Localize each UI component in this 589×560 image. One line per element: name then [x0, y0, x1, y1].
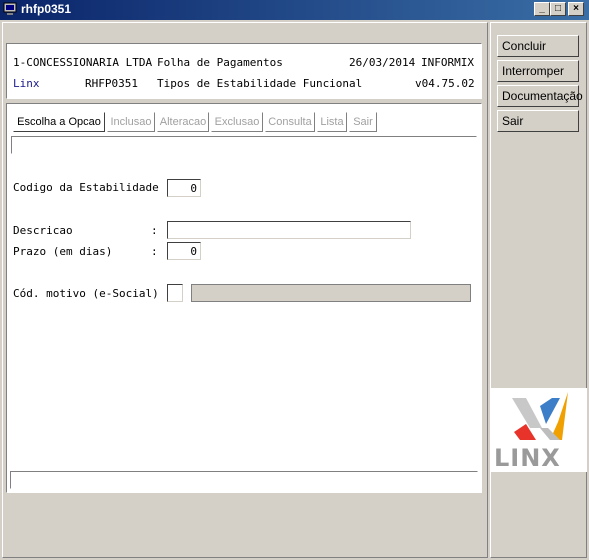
menu-inclusao[interactable]: Inclusao: [107, 112, 155, 132]
linx-logo: LINX: [490, 388, 587, 472]
interromper-button[interactable]: Interromper: [497, 60, 579, 82]
module-name: Folha de Pagamentos: [157, 56, 283, 69]
prazo-sep: :: [151, 245, 158, 258]
sair-button[interactable]: Sair: [497, 110, 579, 132]
concluir-button[interactable]: Concluir: [497, 35, 579, 57]
maximize-icon: □: [554, 3, 562, 14]
vendor-name: Linx: [13, 77, 40, 90]
minimize-button[interactable]: _: [534, 2, 550, 16]
close-icon: ×: [573, 3, 579, 14]
status-line: [10, 471, 478, 489]
motivo-code-input[interactable]: [167, 284, 183, 302]
form-panel: Escolha a Opcao Inclusao Alteracao Exclu…: [6, 103, 482, 493]
menu-bar: Escolha a Opcao Inclusao Alteracao Exclu…: [13, 112, 383, 132]
title-bar[interactable]: rhfp0351 _ □ ×: [0, 0, 589, 20]
logo-text: LINX: [494, 444, 561, 472]
maximize-button[interactable]: □: [550, 2, 566, 16]
codigo-value: 0: [190, 182, 197, 195]
close-button[interactable]: ×: [568, 2, 584, 16]
version: v04.75.02: [415, 77, 475, 90]
header-panel: 1-CONCESSIONARIA LTDA Folha de Pagamento…: [6, 43, 482, 99]
header-db: INFORMIX: [421, 56, 474, 69]
menu-consulta[interactable]: Consulta: [265, 112, 315, 132]
program-code: RHFP0351: [85, 77, 138, 90]
menu-escolha-opcao[interactable]: Escolha a Opcao: [13, 112, 105, 132]
codigo-input[interactable]: 0: [167, 179, 201, 197]
documentacao-button[interactable]: Documentação: [497, 85, 583, 107]
prazo-input[interactable]: 0: [167, 242, 201, 260]
screen-title: Tipos de Estabilidade Funcional: [157, 77, 363, 90]
minimize-icon: _: [539, 3, 545, 14]
menu-exclusao[interactable]: Exclusao: [211, 112, 263, 132]
company-name: 1-CONCESSIONARIA LTDA: [13, 56, 153, 69]
prazo-label: Prazo (em dias): [13, 245, 113, 258]
menu-lista[interactable]: Lista: [317, 112, 347, 132]
menu-alteracao[interactable]: Alteracao: [157, 112, 209, 132]
window-title: rhfp0351: [21, 2, 72, 16]
descricao-label: Descricao: [13, 224, 73, 237]
descricao-sep: :: [151, 224, 158, 237]
message-line: [11, 136, 477, 154]
motivo-label: Cód. motivo (e-Social) :: [13, 287, 172, 300]
menu-sair[interactable]: Sair: [349, 112, 377, 132]
header-date: 26/03/2014: [349, 56, 416, 69]
motivo-description: [191, 284, 471, 302]
codigo-label: Codigo da Estabilidade :: [13, 181, 172, 194]
descricao-input[interactable]: [167, 221, 411, 239]
prazo-value: 0: [190, 245, 197, 258]
app-icon: [3, 2, 17, 16]
